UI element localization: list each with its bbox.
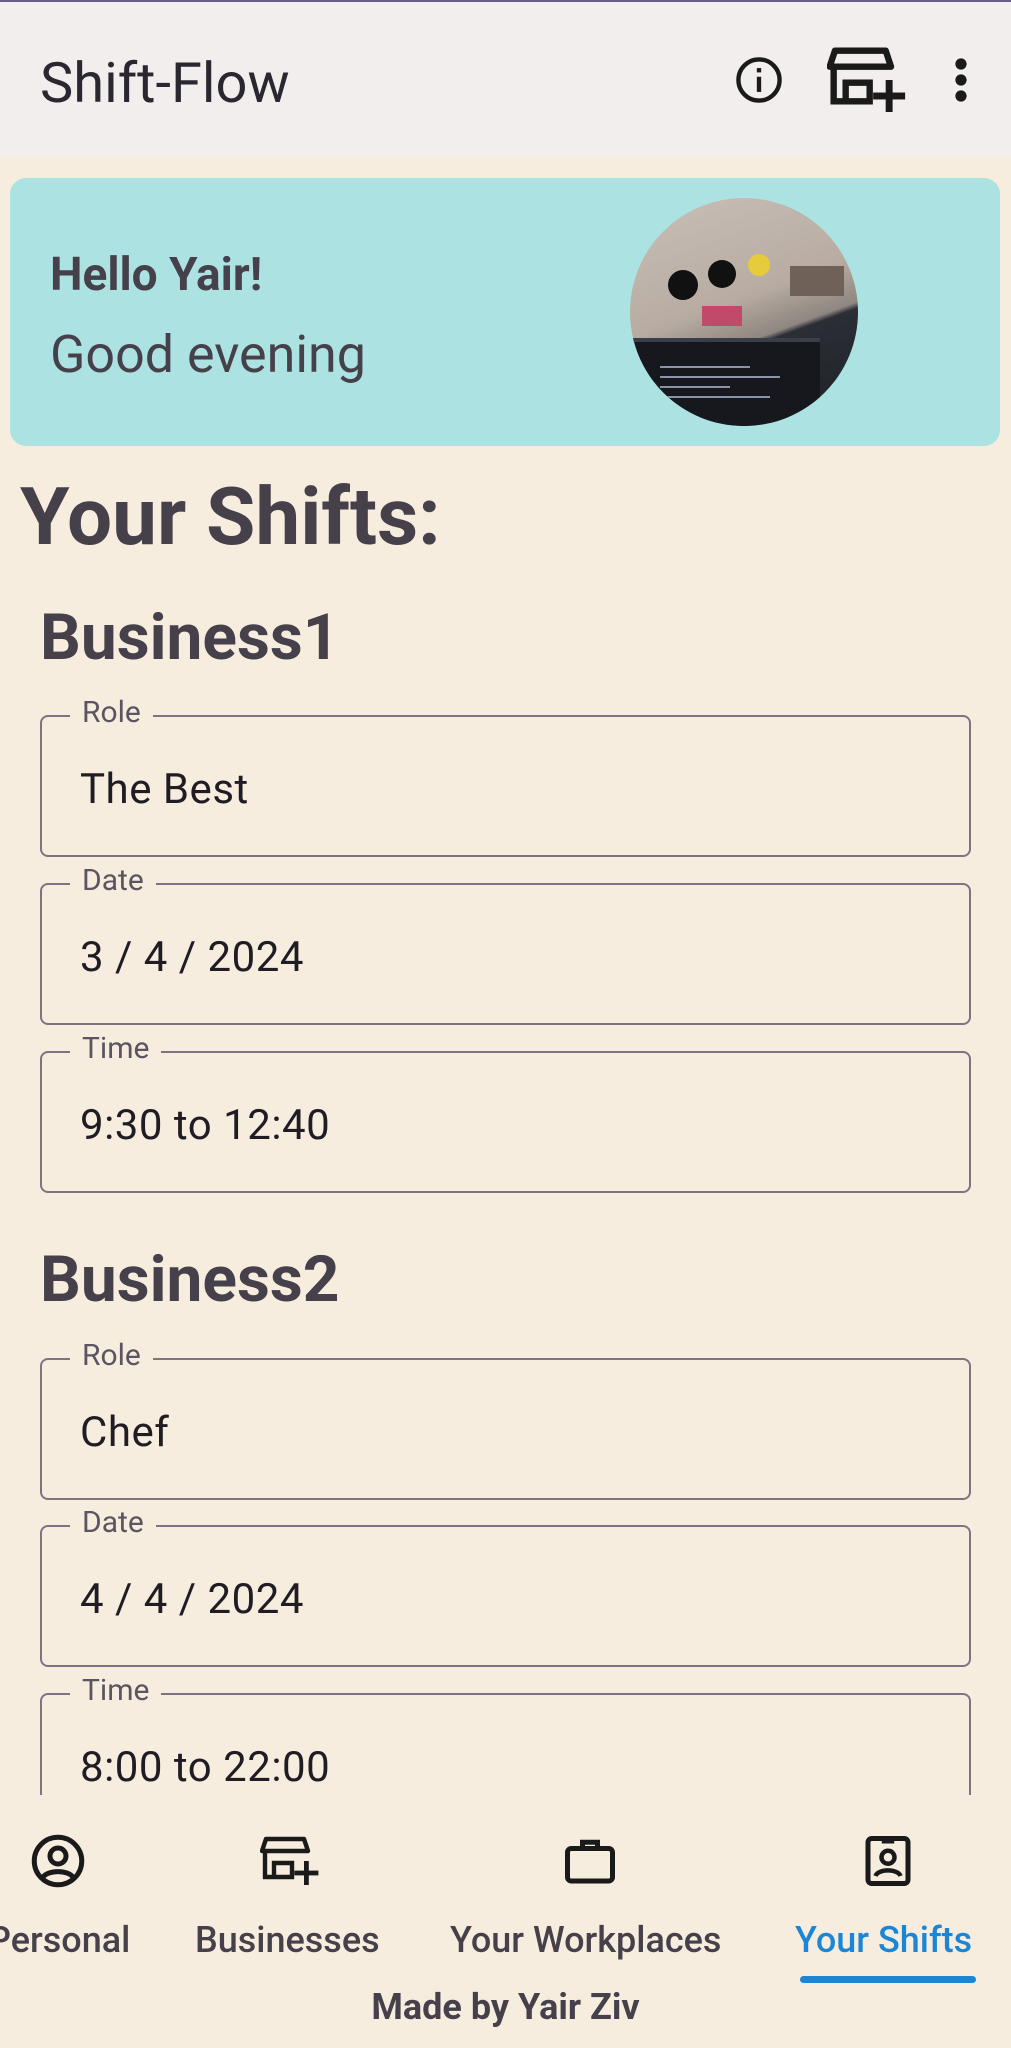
scroll-area[interactable]: Shift-Flow Hello Yair! Good evening Your… bbox=[0, 0, 1011, 1795]
nav-item-your-workplaces[interactable]: Your Workplaces bbox=[440, 1795, 740, 1995]
add-business-icon bbox=[827, 46, 906, 112]
date-field[interactable]: Date 3 / 4 / 2024 bbox=[40, 863, 971, 1025]
section-title: Your Shifts: bbox=[20, 470, 441, 564]
footer-credit: Made by Yair Ziv bbox=[371, 1986, 640, 2028]
field-value: 4 / 4 / 2024 bbox=[80, 1575, 304, 1624]
field-label: Role bbox=[70, 695, 153, 730]
role-field[interactable]: Role The Best bbox=[40, 695, 971, 857]
badge-icon bbox=[865, 1836, 911, 1886]
nav-label: Businesses bbox=[195, 1919, 380, 1961]
field-value: 9:30 to 12:40 bbox=[80, 1101, 331, 1150]
field-value: 3 / 4 / 2024 bbox=[80, 933, 304, 982]
role-field[interactable]: Role Chef bbox=[40, 1338, 971, 1500]
nav-item-businesses[interactable]: Businesses bbox=[180, 1795, 400, 1995]
field-label: Time bbox=[70, 1031, 162, 1066]
greeting-hello: Hello Yair! bbox=[50, 248, 263, 302]
more-vert-icon bbox=[955, 57, 967, 102]
app-bar-actions bbox=[719, 2, 1011, 157]
field-value: The Best bbox=[80, 765, 249, 814]
nav-label: Your Workplaces bbox=[450, 1919, 722, 1961]
field-label: Date bbox=[70, 1505, 156, 1540]
add-business-icon bbox=[260, 1836, 319, 1885]
briefcase-icon bbox=[565, 1839, 615, 1884]
active-tab-indicator bbox=[800, 1976, 976, 1983]
profile-photo[interactable] bbox=[630, 198, 858, 426]
nav-label: Your Shifts bbox=[795, 1919, 973, 1961]
time-field[interactable]: Time 9:30 to 12:40 bbox=[40, 1031, 971, 1193]
info-icon bbox=[736, 56, 782, 103]
field-value: Chef bbox=[80, 1408, 170, 1457]
account-circle-icon bbox=[31, 1834, 85, 1888]
business-title: Business2 bbox=[40, 1242, 340, 1317]
nav-label: Personal bbox=[0, 1919, 131, 1961]
greeting-subtitle: Good evening bbox=[50, 324, 366, 385]
greeting-card: Hello Yair! Good evening bbox=[10, 178, 1000, 446]
add-business-button[interactable] bbox=[827, 40, 907, 120]
overflow-menu-button[interactable] bbox=[931, 40, 991, 120]
field-label: Date bbox=[70, 863, 156, 898]
date-field[interactable]: Date 4 / 4 / 2024 bbox=[40, 1505, 971, 1667]
field-label: Time bbox=[70, 1673, 162, 1708]
app-bar: Shift-Flow bbox=[0, 2, 1011, 157]
nav-item-your-shifts[interactable]: Your Shifts bbox=[780, 1795, 990, 1995]
business-title: Business1 bbox=[40, 600, 340, 675]
page: Shift-Flow Hello Yair! Good evening Your… bbox=[0, 0, 1011, 2048]
app-title: Shift-Flow bbox=[40, 50, 290, 116]
nav-item-personal[interactable]: Personal bbox=[0, 1795, 180, 1995]
time-field[interactable]: Time 8:00 to 22:00 bbox=[40, 1673, 971, 1795]
field-value: 8:00 to 22:00 bbox=[80, 1743, 331, 1792]
info-button[interactable] bbox=[719, 40, 799, 120]
field-label: Role bbox=[70, 1338, 153, 1373]
